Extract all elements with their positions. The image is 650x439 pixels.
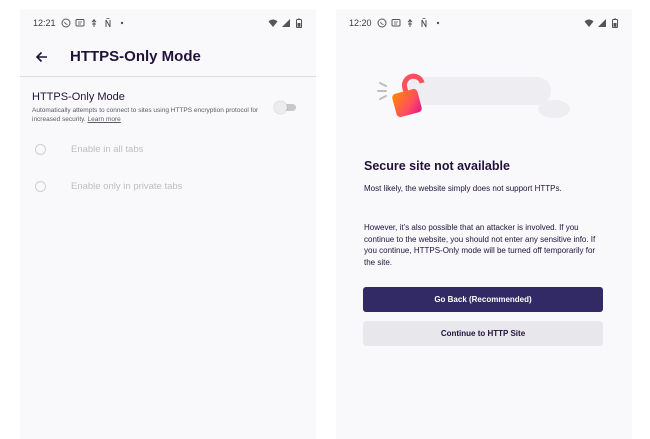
open-lock-illustration <box>377 73 570 118</box>
error-paragraph: Most likely, the website simply does not… <box>364 184 562 193</box>
learn-more-link[interactable]: Learn more <box>88 116 121 123</box>
status-bar: 12:21 <box>20 9 316 37</box>
mode-options: Enable in all tabs Enable only in privat… <box>20 131 316 205</box>
radio-option-private-tabs[interactable]: Enable only in private tabs <box>20 168 316 205</box>
status-bar: 12:20 <box>336 9 632 37</box>
error-title: Secure site not available <box>364 159 510 173</box>
nfc-icon <box>105 18 111 28</box>
whatsapp-icon <box>61 18 71 28</box>
sparkle-lines <box>377 82 387 100</box>
signal-icon <box>282 19 290 27</box>
whatsapp-icon <box>377 18 387 28</box>
continue-http-button[interactable]: Continue to HTTP Site <box>363 321 603 346</box>
https-only-setting: HTTPS-Only Mode Automatically attempts t… <box>20 77 316 125</box>
setting-description-text: Automatically attempts to connect to sit… <box>32 107 259 124</box>
page-title: HTTPS-Only Mode <box>70 48 201 65</box>
go-back-button[interactable]: Go Back (Recommended) <box>363 287 603 312</box>
radio-label: Enable in all tabs <box>71 143 144 155</box>
signal-icon <box>598 19 606 27</box>
dot-icon <box>436 21 439 25</box>
status-time: 12:20 <box>349 18 372 28</box>
radio-button[interactable] <box>35 143 46 155</box>
wifi-icon <box>584 19 594 27</box>
usb-icon <box>407 19 412 27</box>
battery-icon <box>612 18 618 28</box>
dot-icon <box>120 21 123 25</box>
setting-title: HTTPS-Only Mode <box>32 91 125 103</box>
cloud-shape <box>538 100 570 118</box>
toggle-thumb <box>274 101 287 114</box>
message-icon <box>75 19 85 27</box>
https-only-toggle[interactable] <box>274 101 296 114</box>
arrow-left-icon <box>35 51 47 62</box>
radio-label: Enable only in private tabs <box>71 180 183 192</box>
radio-option-all-tabs[interactable]: Enable in all tabs <box>20 131 316 168</box>
nfc-icon <box>421 18 427 28</box>
error-screen: 12:20 Secure site not available Most lik… <box>336 9 632 439</box>
settings-screen: 12:21 HTTPS-Only Mode HTTPS-Only Mode Au… <box>20 9 316 439</box>
wifi-icon <box>268 19 278 27</box>
message-icon <box>391 19 401 27</box>
battery-icon <box>296 18 302 28</box>
error-paragraph: However, it’s also possible that an atta… <box>364 223 596 267</box>
radio-button[interactable] <box>35 180 46 192</box>
usb-icon <box>91 19 96 27</box>
status-time: 12:21 <box>33 18 56 28</box>
app-toolbar: HTTPS-Only Mode <box>20 37 316 77</box>
back-button[interactable] <box>30 45 54 69</box>
setting-description: Automatically attempts to connect to sit… <box>32 106 264 125</box>
